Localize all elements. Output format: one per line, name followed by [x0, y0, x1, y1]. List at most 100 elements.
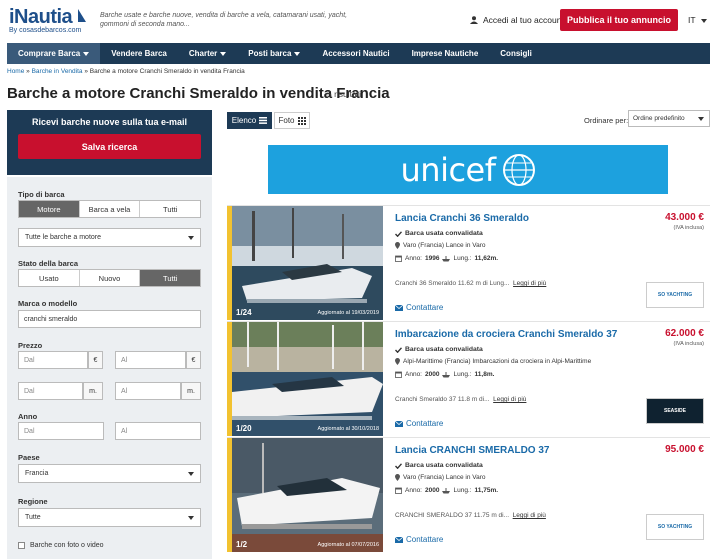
chevron-down-icon [700, 18, 707, 23]
contact-label: Contattare [406, 419, 444, 428]
price-to-placeholder: Al [121, 356, 128, 364]
state-nuovo[interactable]: Nuovo [80, 270, 141, 286]
description-text: CRANCHI SMERALDO 37 11.75 m di... [395, 512, 510, 519]
breadcrumb: Home » Barche in Vendita » Barche a moto… [7, 68, 245, 75]
read-more-link[interactable]: Leggi di più [513, 512, 546, 519]
view-photo-label: Foto [278, 116, 295, 125]
price-to-input[interactable]: Al [115, 351, 186, 369]
dealer-logo[interactable]: SO YACHTING [646, 282, 704, 308]
checkbox-box[interactable] [18, 542, 25, 549]
logo-subtitle: By cosasdebarcos.com [9, 27, 82, 34]
contact-button[interactable]: Contattare [395, 419, 443, 428]
sort-select[interactable]: Ordine predefinito [628, 110, 710, 127]
chevron-down-icon [294, 51, 301, 56]
list-icon [259, 117, 268, 124]
nav-label: Imprese Nautiche [411, 49, 479, 58]
read-more-link[interactable]: Leggi di più [513, 280, 546, 287]
nav-charter[interactable]: Charter [178, 43, 237, 64]
chevron-down-icon [220, 51, 227, 56]
price-from-placeholder: Dal [24, 356, 35, 364]
nav-comprare-barca[interactable]: Comprare Barca [7, 43, 101, 64]
listing-photo[interactable]: 1/20 Aggiornato al 30/10/2018 [232, 322, 383, 436]
nav-posti-barca[interactable]: Posti barca [237, 43, 311, 64]
state-usato[interactable]: Usato [19, 270, 80, 286]
check-icon [395, 230, 402, 237]
view-list-button[interactable]: Elenco [227, 112, 272, 129]
length-from-input[interactable]: Dal [18, 382, 83, 400]
boat-subtype-select[interactable]: Tutte le barche a motore [18, 228, 201, 247]
dealer-logo[interactable]: SEASIDE [646, 398, 704, 424]
boat-type-label: Tipo di barca [18, 190, 65, 199]
email-alert-box: Ricevi barche nuove sulla tua e-mail Sal… [7, 110, 212, 175]
verified-label: Barca usata convalidata [405, 346, 483, 353]
listing-card[interactable]: 1/24 Aggiornato al 19/03/2019 Lancia Cra… [227, 205, 710, 320]
nav-label: Accessori Nautici [322, 49, 390, 58]
breadcrumb-barche-in-vendita[interactable]: Barche in Vendita [32, 68, 83, 75]
envelope-icon [395, 536, 403, 543]
year-from-input[interactable]: Dal [18, 422, 104, 440]
state-tutti[interactable]: Tutti [140, 270, 201, 286]
state-label: Stato della barca [18, 259, 79, 268]
length-unit: m. [83, 382, 103, 400]
check-icon [395, 462, 402, 469]
location-pin-icon [395, 242, 400, 249]
language-selector[interactable]: IT [688, 15, 707, 25]
save-search-button[interactable]: Salva ricerca [18, 134, 201, 159]
listing-location: Varo (Francia) Lance in Varo [395, 242, 486, 249]
boat-type-vela[interactable]: Barca a vela [80, 201, 141, 217]
photo-updated: Aggiornato al 19/03/2019 [317, 310, 379, 316]
boat-type-tutti[interactable]: Tutti [140, 201, 200, 217]
year-label: Anno: [405, 255, 422, 262]
year-label: Anno: [405, 371, 422, 378]
price-from-input[interactable]: Dal [18, 351, 88, 369]
listing-description: Cranchi 36 Smeraldo 11.62 m di Lung... L… [395, 280, 546, 287]
listing-title[interactable]: Imbarcazione da crociera Cranchi Smerald… [395, 329, 617, 340]
boat-photo [232, 438, 383, 552]
photo-count: 1/20 [236, 424, 252, 433]
listing-photo[interactable]: 1/2 Aggiornato al 07/07/2016 [232, 438, 383, 552]
brand-input[interactable]: cranchi smeraldo [18, 310, 201, 328]
listing-specs: Anno: 2000 Lung.: 11,75m. [395, 487, 498, 494]
nav-vendere-barca[interactable]: Vendere Barca [100, 43, 178, 64]
country-select[interactable]: Francia [18, 464, 201, 483]
boat-type-motore[interactable]: Motore [19, 201, 80, 217]
site-logo[interactable]: iNautia By cosasdebarcos.com [9, 6, 81, 34]
length-unit: m. [181, 382, 201, 400]
nav-imprese-nautiche[interactable]: Imprese Nautiche [401, 43, 490, 64]
listing-photo[interactable]: 1/24 Aggiornato al 19/03/2019 [232, 206, 383, 320]
envelope-icon [395, 420, 403, 427]
nav-label: Consigli [500, 49, 532, 58]
verified-label: Barca usata convalidata [405, 230, 483, 237]
sort-label: Ordinare per: [584, 116, 629, 125]
breadcrumb-home[interactable]: Home [7, 68, 24, 75]
chevron-down-icon [83, 51, 90, 56]
photo-video-checkbox[interactable]: Barche con foto o video [18, 542, 104, 549]
chevron-down-icon [188, 236, 194, 240]
listing-title[interactable]: Lancia CRANCHI SMERALDO 37 [395, 445, 549, 456]
contact-button[interactable]: Contattare [395, 303, 443, 312]
account-link[interactable]: Accedi al tuo account [470, 15, 564, 25]
listing-title[interactable]: Lancia Cranchi 36 Smeraldo [395, 213, 529, 224]
read-more-link[interactable]: Leggi di più [493, 396, 526, 403]
length-label: Lung.: [453, 371, 472, 378]
dealer-name: SEASIDE [664, 408, 686, 414]
length-to-input[interactable]: Al [115, 382, 181, 400]
view-photo-button[interactable]: Foto [274, 112, 310, 129]
publish-ad-button[interactable]: Pubblica il tuo annuncio [560, 9, 678, 31]
calendar-icon [395, 371, 402, 378]
contact-button[interactable]: Contattare [395, 535, 443, 544]
listing-location: Alpi-Marittime (Francia) Imbarcazioni da… [395, 358, 591, 365]
dealer-logo[interactable]: SO YACHTING [646, 514, 704, 540]
ad-text: unicef [400, 150, 497, 189]
verified-label: Barca usata convalidata [405, 462, 483, 469]
year-to-input[interactable]: Al [115, 422, 201, 440]
region-select[interactable]: Tutte [18, 508, 201, 527]
listing-card[interactable]: 1/2 Aggiornato al 07/07/2016 Lancia CRAN… [227, 437, 710, 552]
nav-accessori-nautici[interactable]: Accessori Nautici [311, 43, 400, 64]
nav-consigli[interactable]: Consigli [489, 43, 543, 64]
listing-specs: Anno: 1996 Lung.: 11,62m. [395, 255, 498, 262]
unicef-ad-banner[interactable]: unicef [268, 145, 668, 194]
listing-card[interactable]: 1/20 Aggiornato al 30/10/2018 Imbarcazio… [227, 321, 710, 436]
listing-vat: (IVA inclusa) [673, 341, 704, 347]
account-label: Accedi al tuo account [483, 15, 564, 25]
